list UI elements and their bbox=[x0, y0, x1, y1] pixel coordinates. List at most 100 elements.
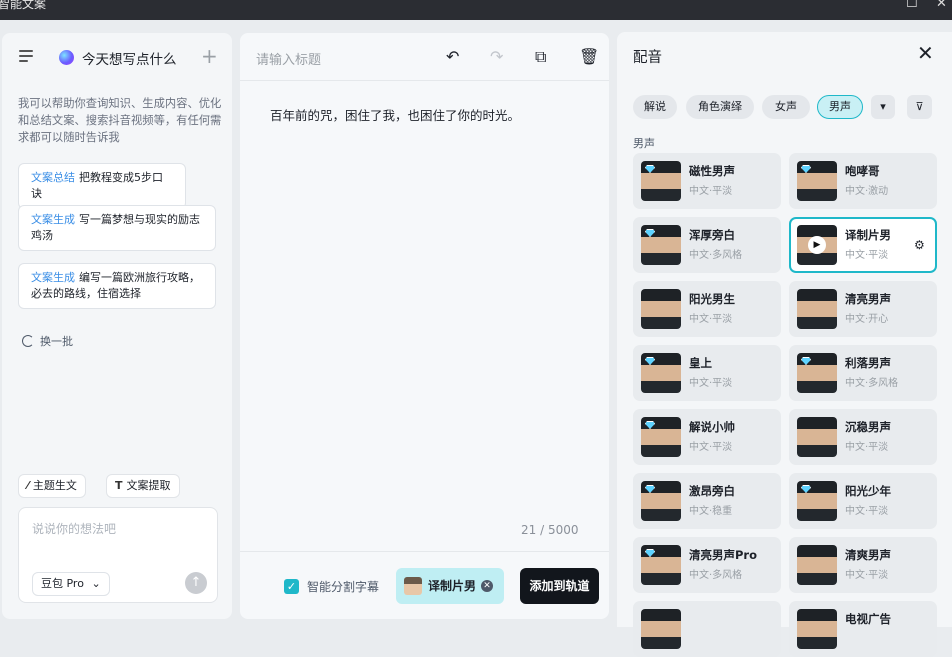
chip-label: 主题生文 bbox=[32, 479, 77, 492]
title-input[interactable]: 请输入标题 bbox=[256, 49, 321, 68]
voice-name: 激昂旁白 bbox=[689, 484, 735, 498]
voice-name: 利落男声 bbox=[845, 356, 891, 370]
voice-avatar bbox=[641, 225, 681, 265]
voice-avatar bbox=[641, 353, 681, 393]
voice-name: 磁性男声 bbox=[689, 164, 735, 178]
topic-generate-chip[interactable]: ⁄ 主题生文 bbox=[18, 474, 86, 498]
voice-card[interactable]: 利落男声中文·多风格 bbox=[789, 345, 937, 401]
voice-card[interactable]: 浑厚旁白 中文·多风格 bbox=[633, 217, 781, 273]
voice-card[interactable]: 清亮男声中文·开心 bbox=[789, 281, 937, 337]
section-label: 男声 bbox=[633, 137, 655, 150]
more-filters-dropdown[interactable]: ▾ bbox=[871, 95, 895, 119]
voice-name: 清亮男声 bbox=[845, 292, 891, 306]
text-extract-chip[interactable]: T 文案提取 bbox=[106, 474, 180, 498]
send-button[interactable]: ↑ bbox=[185, 572, 207, 594]
voice-card[interactable]: 咆哮哥 中文·激动 bbox=[789, 153, 937, 209]
voice-desc: 中文·平淡 bbox=[845, 442, 889, 453]
prompt-input[interactable]: 说说你的想法吧 豆包 Pro ⌄ ↑ bbox=[18, 507, 218, 603]
model-label: 豆包 Pro bbox=[41, 577, 84, 590]
window-title: 智能文案 bbox=[0, 0, 47, 11]
arrow-up-icon: ↑ bbox=[190, 575, 202, 590]
chevron-down-icon: ⌄ bbox=[91, 577, 101, 590]
suggestion-card[interactable]: 文案生成 编写一篇欧洲旅行攻略，必去的路线，住宿选择 bbox=[18, 263, 216, 309]
filter-male[interactable]: 男声 bbox=[817, 95, 863, 119]
assistant-orb-icon bbox=[59, 50, 74, 65]
menu-icon[interactable] bbox=[19, 50, 33, 62]
adjust-icon[interactable]: ⚙ bbox=[914, 238, 925, 252]
voice-panel: 配音 ✕ 解说 角色演绎 女声 男声 ▾ ⊽ 男声 磁性男声 中文·平淡 咆哮哥 中文… bbox=[617, 32, 952, 657]
assistant-title: 今天想写点什么 bbox=[82, 52, 177, 68]
voice-avatar bbox=[797, 289, 837, 329]
voice-card[interactable]: 激昂旁白 中文·稳重 bbox=[633, 473, 781, 529]
assistant-intro: 我可以帮助你查询知识、生成内容、优化和总结文案、搜索抖音视频等，有任何需求都可以… bbox=[18, 97, 222, 144]
voice-desc: 中文·平淡 bbox=[845, 506, 889, 517]
voice-avatar bbox=[641, 417, 681, 457]
voice-avatar bbox=[797, 481, 837, 521]
voice-card[interactable]: 清爽男声 中文·平淡 bbox=[789, 537, 937, 593]
model-select[interactable]: 豆包 Pro ⌄ bbox=[32, 572, 110, 596]
diamond-icon bbox=[645, 229, 655, 237]
voice-card[interactable]: 解说小帅 中文·平淡 bbox=[633, 409, 781, 465]
suggestion-tag: 文案生成 bbox=[31, 213, 75, 226]
voice-avatar bbox=[641, 289, 681, 329]
remove-voice-icon[interactable]: ✕ bbox=[481, 580, 493, 592]
voice-desc: 中文·平淡 bbox=[689, 314, 733, 325]
voice-card[interactable]: 皇上 中文·平淡 bbox=[633, 345, 781, 401]
voice-desc: 中文·平淡 bbox=[689, 186, 733, 197]
prompt-placeholder: 说说你的想法吧 bbox=[32, 522, 117, 536]
voice-card[interactable]: 阳光少年中文·平淡 bbox=[789, 473, 937, 529]
selected-voice-name: 译制片男 bbox=[428, 579, 477, 593]
divider bbox=[240, 80, 609, 81]
voice-desc: 中文·多风格 bbox=[845, 378, 899, 389]
char-counter: 21 / 5000 bbox=[521, 523, 579, 537]
close-icon[interactable]: ✕ bbox=[936, 0, 947, 11]
voice-desc: 中文·多风格 bbox=[689, 570, 743, 581]
close-icon[interactable]: ✕ bbox=[917, 41, 934, 65]
refresh-suggestions-button[interactable]: 换一批 bbox=[22, 333, 73, 349]
add-to-track-button[interactable]: 添加到轨道 bbox=[520, 568, 599, 604]
voice-panel-title: 配音 bbox=[633, 50, 662, 66]
voice-avatar bbox=[641, 481, 681, 521]
voice-avatar bbox=[641, 545, 681, 585]
voice-card[interactable]: 电视广告 bbox=[789, 601, 937, 657]
diamond-icon bbox=[645, 485, 655, 493]
diamond-icon bbox=[645, 421, 655, 429]
voice-name: 译制片男 bbox=[845, 228, 891, 242]
voice-card[interactable]: 清亮男声Pro 中文·多风格 bbox=[633, 537, 781, 593]
assistant-panel: 今天想写点什么 + 我可以帮助你查询知识、生成内容、优化和总结文案、搜索抖音视频… bbox=[2, 33, 232, 619]
diamond-icon bbox=[645, 357, 655, 365]
maximize-icon[interactable]: ☐ bbox=[906, 0, 918, 11]
diamond-icon bbox=[801, 165, 811, 173]
selected-voice-chip[interactable]: 译制片男 ✕ bbox=[396, 568, 504, 604]
filter-role-play[interactable]: 角色演绎 bbox=[686, 95, 754, 119]
suggestion-tag: 文案总结 bbox=[31, 171, 75, 184]
voice-name: 电视广告 bbox=[845, 612, 891, 626]
split-subtitle-label: 智能分割字幕 bbox=[307, 580, 380, 594]
chip-label: 文案提取 bbox=[126, 479, 171, 492]
voice-card[interactable]: 阳光男生 中文·平淡 bbox=[633, 281, 781, 337]
filter-settings-icon[interactable]: ⊽ bbox=[907, 95, 932, 119]
voice-card[interactable]: 磁性男声中文·平淡 bbox=[633, 153, 781, 209]
voice-name: 皇上 bbox=[689, 356, 712, 370]
voice-name: 阳光少年 bbox=[845, 484, 891, 498]
suggestion-card[interactable]: 文案总结 把教程变成5步口诀 bbox=[18, 163, 186, 209]
new-chat-plus-icon[interactable]: + bbox=[201, 44, 218, 68]
copy-icon[interactable]: ⧉ bbox=[535, 47, 546, 67]
voice-desc: 中文·开心 bbox=[845, 314, 889, 325]
suggestion-card[interactable]: 文案生成 写一篇梦想与现实的励志鸡汤 bbox=[18, 205, 216, 251]
voice-card[interactable]: ▶ 译制片男 中文·平淡 ⚙ bbox=[789, 217, 937, 273]
voice-name: 解说小帅 bbox=[689, 420, 735, 434]
editor-panel: 请输入标题 ↶ ↷ ⧉ 🗑 百年前的咒，困住了我，也困住了你的时光。 21 / … bbox=[240, 33, 609, 619]
filter-narration[interactable]: 解说 bbox=[633, 95, 677, 119]
voice-avatar bbox=[797, 545, 837, 585]
undo-icon[interactable]: ↶ bbox=[446, 47, 459, 66]
redo-icon[interactable]: ↷ bbox=[490, 47, 503, 66]
trash-icon[interactable]: 🗑 bbox=[579, 47, 599, 66]
voice-card[interactable]: 沉稳男声 中文·平淡 bbox=[789, 409, 937, 465]
split-subtitle-checkbox[interactable]: ✓ bbox=[284, 579, 299, 594]
suggestion-tag: 文案生成 bbox=[31, 271, 75, 284]
script-content[interactable]: 百年前的咒，困住了我，也困住了你的时光。 bbox=[270, 105, 520, 124]
voice-card[interactable] bbox=[633, 601, 781, 657]
filter-female[interactable]: 女声 bbox=[762, 95, 810, 119]
play-icon[interactable]: ▶ bbox=[808, 236, 826, 254]
